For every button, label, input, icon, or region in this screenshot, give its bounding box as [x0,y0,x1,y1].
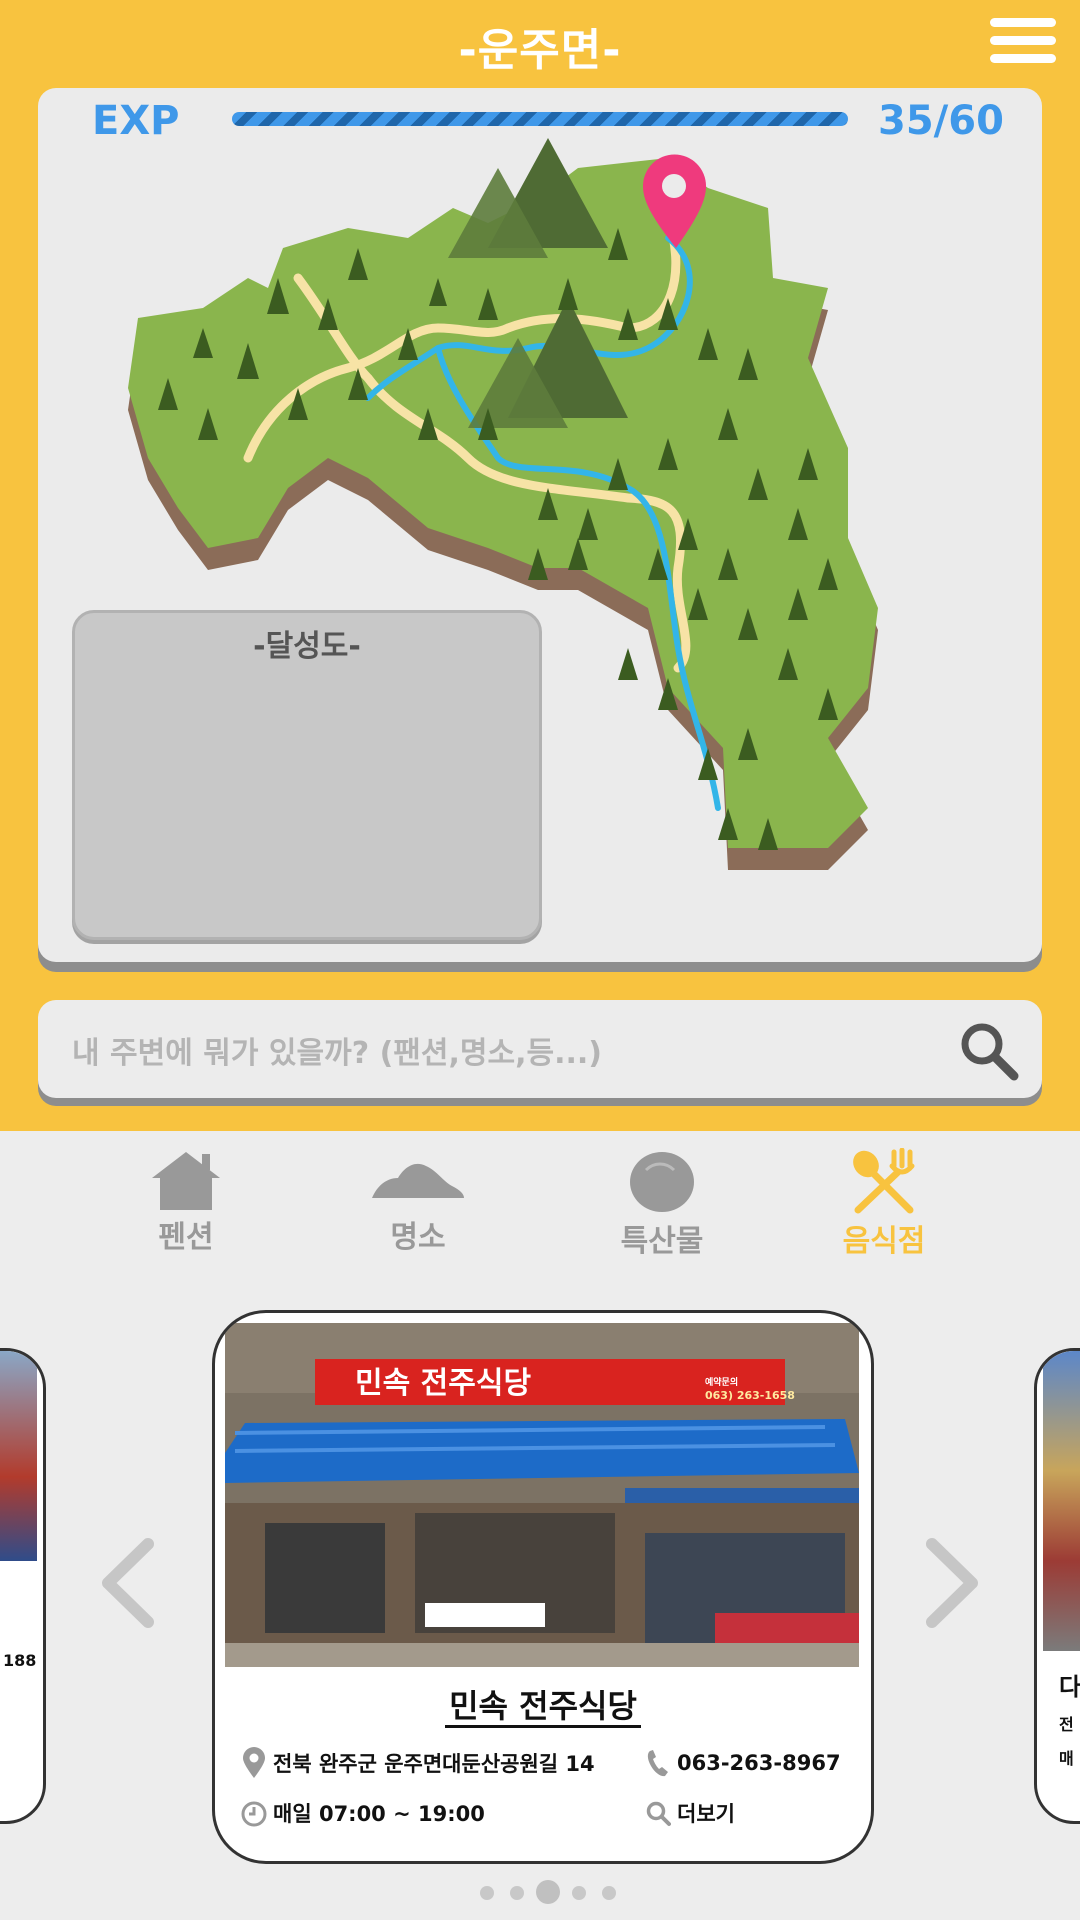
restaurant-hours: 매일 07:00 ~ 19:00 [273,1802,485,1826]
photo-sign-small: 예약문의 [705,1376,738,1388]
prev-arrow-icon[interactable] [98,1538,158,1628]
next-card-fragment-title: 다 [1059,1673,1080,1701]
house-icon [152,1152,220,1210]
tab-restaurant[interactable]: 음식점 [814,1148,954,1260]
phone-icon [647,1750,668,1777]
tab-pension[interactable]: 펜션 [116,1148,256,1256]
search-icon[interactable] [956,1018,1020,1082]
clock-icon [241,1801,267,1827]
fork-spoon-icon [853,1148,915,1214]
phone-row[interactable]: 063-263-8967 [645,1747,841,1779]
search-bar[interactable]: 내 주변에 뭐가 있을까? (팬션,명소,등...) [38,1000,1042,1098]
hours-row: 매일 07:00 ~ 19:00 [241,1797,485,1829]
address-row: 전북 완주군 운주면대둔산공원길 14 [241,1747,595,1779]
tab-label: 펜션 [158,1220,214,1255]
restaurant-address: 전북 완주군 운주면대둔산공원길 14 [273,1752,595,1776]
mountain-icon [372,1163,464,1198]
tab-specialty[interactable]: 특산물 [592,1148,732,1260]
achievement-title: -달성도- [253,629,361,664]
tab-label: 특산물 [620,1224,704,1259]
pager-dot[interactable] [572,1886,586,1900]
next-card-fragment-line: 매 [1059,1749,1074,1768]
location-icon [243,1747,265,1778]
tab-attraction[interactable]: 명소 [348,1148,488,1256]
tab-label: 명소 [390,1220,446,1255]
restaurant-card[interactable]: 민속 전주식당 예약문의 063) 263-1658 민속 전주식당 전북 완주… [212,1310,874,1864]
prev-card-fragment: 188 [3,1651,37,1670]
search-small-icon [646,1801,671,1826]
exp-progress-bar [232,112,848,126]
photo-sign-phone: 063) 263-1658 [705,1389,795,1402]
more-button[interactable]: 더보기 [645,1797,735,1829]
category-tabs: 펜션 명소 특산물 음식점 [0,1148,1080,1260]
page-title: -운주면- [458,25,622,76]
search-input[interactable]: 내 주변에 뭐가 있을까? (팬션,명소,등...) [72,1028,602,1072]
next-arrow-icon[interactable] [922,1538,982,1628]
more-label[interactable]: 더보기 [677,1798,735,1828]
restaurant-photo: 민속 전주식당 예약문의 063) 263-1658 [225,1323,859,1667]
tab-label: 음식점 [842,1224,926,1259]
pager-dots [480,1878,620,1908]
stone-icon [630,1152,694,1212]
map-card: EXP 35/60 -달성도- [38,88,1042,962]
restaurant-name[interactable]: 민속 전주식당 [215,1681,871,1728]
achievement-panel: -달성도- [72,610,542,940]
next-restaurant-card[interactable]: 다 전 매 [1034,1348,1080,1824]
prev-restaurant-card[interactable]: 188 [0,1348,46,1824]
next-card-fragment-line: 전 [1059,1715,1074,1734]
pager-dot[interactable] [602,1886,616,1900]
hamburger-menu-icon[interactable] [990,18,1056,70]
pager-dot[interactable] [510,1886,524,1900]
pager-dot[interactable] [480,1886,494,1900]
photo-sign-text: 민속 전주식당 [355,1366,531,1401]
restaurant-phone[interactable]: 063-263-8967 [677,1751,841,1775]
pager-dot-active[interactable] [536,1880,560,1904]
top-panel: -운주면- EXP 35/60 -달성도- 내 주변에 뭐가 있을까? (팬션,… [0,0,1080,1131]
